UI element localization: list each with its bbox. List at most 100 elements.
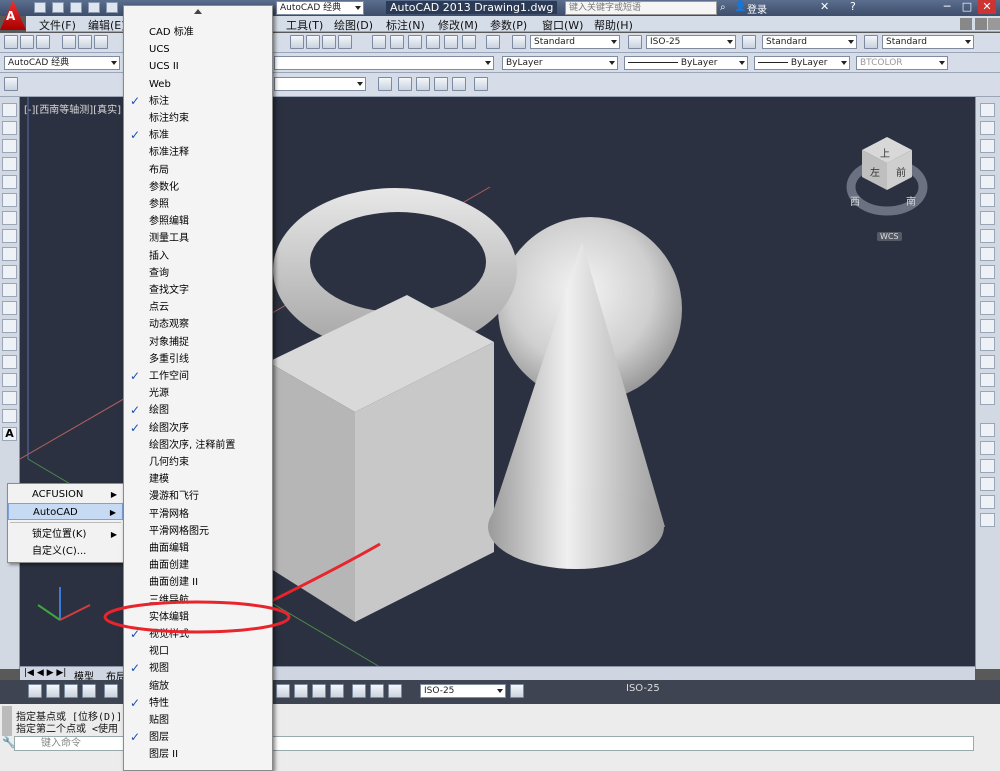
dim-style-icon[interactable]: [628, 35, 642, 49]
ellipse-icon[interactable]: [2, 265, 17, 279]
wireframe-icon[interactable]: [416, 77, 430, 91]
layer-select[interactable]: [274, 56, 494, 70]
user-icon[interactable]: 👤: [734, 1, 746, 12]
command-window-grip[interactable]: [2, 706, 12, 736]
rotate-icon[interactable]: [980, 211, 995, 225]
tool-palettes-icon[interactable]: [408, 35, 422, 49]
toolbar-menu-item[interactable]: 标准注释: [124, 144, 272, 161]
toolbar-menu-item[interactable]: ✓ 绘图: [124, 402, 272, 419]
toolbar-menu-item[interactable]: 建模: [124, 471, 272, 488]
menu-file[interactable]: 文件(F): [39, 17, 76, 33]
construction-line-icon[interactable]: [2, 121, 17, 135]
toolbar-menu-item[interactable]: 动态观察: [124, 316, 272, 333]
gradient-icon[interactable]: [2, 373, 17, 387]
osnap-icon[interactable]: [352, 684, 366, 698]
linetype-select[interactable]: ByLayer: [624, 56, 748, 70]
ortho-icon[interactable]: [312, 684, 326, 698]
draworder-back-icon[interactable]: [980, 441, 995, 455]
insert-block-icon[interactable]: [2, 301, 17, 315]
save-tool-icon[interactable]: [36, 35, 50, 49]
snap-icon[interactable]: [276, 684, 290, 698]
toolbar-menu-item[interactable]: UCS II: [124, 58, 272, 75]
point-icon[interactable]: [2, 337, 17, 351]
draworder-above-icon[interactable]: [980, 459, 995, 473]
fillet-icon[interactable]: [980, 355, 995, 369]
dim-style-status-select[interactable]: ISO-25: [420, 684, 506, 698]
otrack-icon[interactable]: [370, 684, 384, 698]
menu-modify[interactable]: 修改(M): [438, 17, 478, 33]
circle-icon[interactable]: [2, 211, 17, 225]
toolbar-menu-item[interactable]: 查询: [124, 265, 272, 282]
toolbar-menu-item[interactable]: CAD 标准: [124, 24, 272, 41]
toolbar-menu-item[interactable]: ✓ 视图: [124, 660, 272, 677]
offset-icon[interactable]: [980, 157, 995, 171]
realistic-icon[interactable]: [434, 77, 448, 91]
chamfer-icon[interactable]: [980, 337, 995, 351]
toolbar-menu-item[interactable]: UCS: [124, 41, 272, 58]
hatch-to-back-icon[interactable]: [980, 513, 995, 527]
open-icon[interactable]: [20, 35, 34, 49]
text-style-icon[interactable]: [512, 35, 526, 49]
table-icon[interactable]: [2, 409, 17, 423]
trim-icon[interactable]: [980, 265, 995, 279]
ctx-item-autocad[interactable]: AutoCAD ▶: [8, 503, 123, 520]
array-icon[interactable]: [980, 175, 995, 189]
toolbar-menu-item[interactable]: 图层 II: [124, 746, 272, 763]
break-icon[interactable]: [980, 301, 995, 315]
properties-icon[interactable]: [372, 35, 386, 49]
toolbar-menu-item[interactable]: 对象捕捉: [124, 334, 272, 351]
stretch-icon[interactable]: [980, 247, 995, 261]
menu-edit[interactable]: 编辑(E): [88, 17, 126, 33]
menu-parametric[interactable]: 参数(P): [490, 17, 527, 33]
mleader-style-select[interactable]: Standard: [882, 35, 974, 49]
doc-restore-button[interactable]: [975, 18, 987, 30]
ducs-icon[interactable]: [388, 684, 402, 698]
toolbar-menu-item[interactable]: ✓ 绘图次序: [124, 420, 272, 437]
markup-icon[interactable]: [444, 35, 458, 49]
visual-style-select[interactable]: [274, 77, 366, 91]
help-tool-icon[interactable]: [486, 35, 500, 49]
doc-minimize-button[interactable]: [960, 18, 972, 30]
ellipse-arc-icon[interactable]: [2, 283, 17, 297]
toolbar-menu-item[interactable]: 平滑网格: [124, 506, 272, 523]
quickcalc-icon[interactable]: [462, 35, 476, 49]
3d-hidden-icon[interactable]: [398, 77, 412, 91]
toolbar-menu-item[interactable]: 参照编辑: [124, 213, 272, 230]
toolbar-menu-item[interactable]: 标注约束: [124, 110, 272, 127]
draworder-front-icon[interactable]: [980, 423, 995, 437]
zoom-window-icon[interactable]: [322, 35, 336, 49]
viewcube-west-label[interactable]: 西: [850, 193, 860, 208]
mleader-style-icon[interactable]: [864, 35, 878, 49]
qnew-icon[interactable]: [4, 35, 18, 49]
extend-icon[interactable]: [980, 283, 995, 297]
toolbar-menu-item[interactable]: 曲面创建 II: [124, 574, 272, 591]
make-block-icon[interactable]: [2, 319, 17, 333]
toolbar-menu-item[interactable]: 漫游和飞行: [124, 488, 272, 505]
toolbar-menu-item[interactable]: 点云: [124, 299, 272, 316]
menu-window[interactable]: 窗口(W): [542, 17, 583, 33]
radius-dim-icon[interactable]: [104, 684, 118, 698]
draworder-under-icon[interactable]: [980, 477, 995, 491]
region-icon[interactable]: [2, 391, 17, 405]
visual-style-manager-icon[interactable]: [474, 77, 488, 91]
help-icon[interactable]: ?: [850, 0, 856, 13]
text-style-select[interactable]: Standard: [530, 35, 620, 49]
maximize-button[interactable]: □: [958, 0, 976, 14]
hatch-icon[interactable]: [2, 355, 17, 369]
annotation-scale-label[interactable]: ISO-25: [626, 683, 660, 694]
zoom-realtime-icon[interactable]: [306, 35, 320, 49]
toolbar-menu-item[interactable]: 参照: [124, 196, 272, 213]
menu-help[interactable]: 帮助(H): [594, 17, 633, 33]
dim-style-select[interactable]: ISO-25: [646, 35, 736, 49]
conceptual-icon[interactable]: [452, 77, 466, 91]
erase-icon[interactable]: [980, 103, 995, 117]
viewcube-front-label[interactable]: 前: [896, 164, 906, 179]
toolbar-menu-item[interactable]: 查找文字: [124, 282, 272, 299]
grid-icon[interactable]: [294, 684, 308, 698]
move-icon[interactable]: [980, 193, 995, 207]
mirror-icon[interactable]: [980, 139, 995, 153]
toolbar-menu-item[interactable]: ✓ 标注: [124, 93, 272, 110]
search-input[interactable]: 键入关键字或短语: [565, 1, 717, 15]
polyline-icon[interactable]: [2, 139, 17, 153]
2d-wireframe-icon[interactable]: [378, 77, 392, 91]
